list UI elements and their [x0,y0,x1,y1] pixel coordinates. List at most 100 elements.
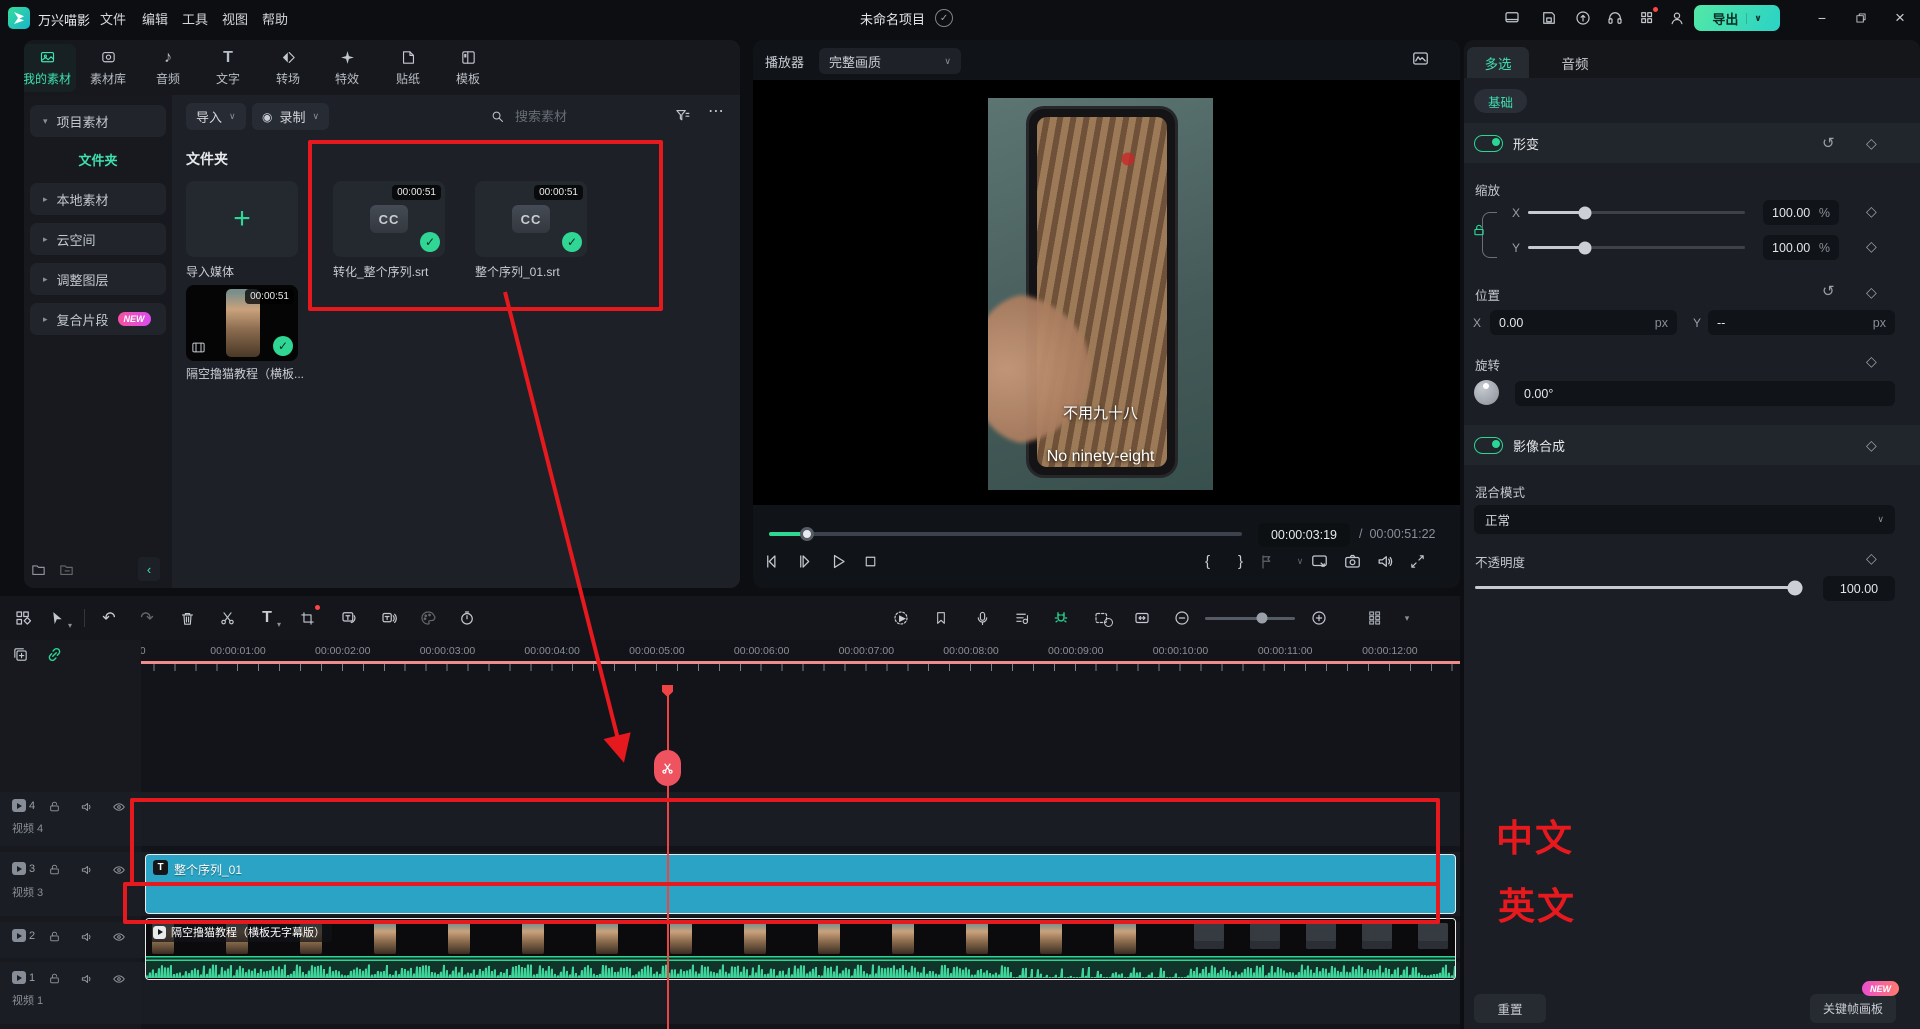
track-header-video4[interactable]: 4 视频 4 [0,792,141,846]
render-preview-button[interactable]: ▶ [890,607,912,629]
sidebar-item-compound-clip[interactable]: ▸复合片段NEW [30,303,166,335]
export-chevron-icon[interactable]: ∨ [1746,13,1761,24]
tab-audio[interactable]: ♪音频 [139,44,197,92]
upload-icon[interactable] [1574,9,1592,27]
tab-stock-media[interactable]: 素材库 [79,44,137,92]
add-text-icon[interactable]: T▾ [256,607,278,629]
reset-button[interactable]: 重置 [1474,994,1546,1023]
delete-icon[interactable] [176,607,198,629]
mark-out-button[interactable]: } [1224,553,1257,570]
marker-chevron-icon[interactable]: ∨ [1290,556,1310,567]
scale-y-value[interactable]: 100.00% [1763,235,1839,260]
rotation-keyframe-icon[interactable]: ◇ [1866,353,1877,370]
mark-in-button[interactable]: { [1191,553,1224,570]
add-to-track-icon[interactable] [12,646,29,663]
sidebar-item-local-media[interactable]: ▸本地素材 [30,183,166,215]
minimize-button[interactable]: − [1812,8,1832,28]
quick-split-mode-icon[interactable] [12,607,34,629]
audio-mixer-button[interactable] [1011,607,1033,629]
tab-text[interactable]: T文字 [199,44,257,92]
rotation-knob[interactable] [1474,380,1499,405]
transform-toggle[interactable] [1474,135,1503,152]
transform-keyframe-icon[interactable]: ◇ [1866,135,1877,152]
new-folder-icon[interactable] [30,561,47,578]
keyframe-panel-button[interactable]: 关键帧画板 [1810,994,1896,1023]
support-headset-icon[interactable] [1606,9,1624,27]
filter-icon[interactable] [674,107,691,124]
stop-button[interactable] [862,553,895,570]
sidebar-item-adjustment-layer[interactable]: ▸调整图层 [30,263,166,295]
scale-lock-icon[interactable] [1472,223,1486,237]
marker-button[interactable] [930,607,952,629]
position-reset-icon[interactable]: ↺ [1822,282,1835,300]
mute-track-icon[interactable] [80,930,94,944]
track-manager-button[interactable] [1364,607,1386,629]
render-preview-icon[interactable] [1411,49,1430,68]
split-playhead-button[interactable] [654,750,681,786]
compositing-keyframe-icon[interactable]: ◇ [1866,437,1877,454]
video-clip[interactable]: 隔空撸猫教程（横板无字幕版） [145,918,1456,980]
basic-category-badge[interactable]: 基础 [1474,89,1527,113]
snapshot-camera-button[interactable] [1343,552,1376,571]
track-header-video1[interactable]: 1 视频 1 [0,962,141,1024]
link-clips-icon[interactable] [46,646,63,663]
speech-to-text-icon[interactable] [338,607,360,629]
zoom-slider-handle[interactable] [1257,613,1268,624]
zoom-in-button[interactable] [1308,607,1330,629]
opacity-slider[interactable] [1475,586,1803,589]
collapse-sidebar-button[interactable]: ‹ [138,557,160,581]
slider-handle[interactable] [1579,241,1592,254]
marker-flag-button[interactable] [1257,553,1290,571]
voiceover-mic-button[interactable] [971,607,993,629]
scale-x-slider[interactable] [1528,211,1745,214]
workspace-layout-icon[interactable] [1503,9,1521,27]
import-button[interactable]: 导入∨ [186,103,246,130]
position-y-input[interactable]: --px [1708,310,1895,335]
mute-track-icon[interactable] [80,972,94,986]
position-keyframe-icon[interactable]: ◇ [1866,284,1877,301]
redo-icon[interactable]: ↷ [136,607,158,629]
lock-track-icon[interactable] [48,930,61,943]
menu-help[interactable]: 帮助 [250,0,300,36]
scale-y-keyframe-icon[interactable]: ◇ [1866,238,1877,255]
search-input[interactable] [513,108,667,125]
tab-multiselect[interactable]: 多选 [1467,47,1529,78]
hide-track-icon[interactable] [112,863,126,877]
tab-my-media[interactable]: 我的素材 [24,44,76,92]
export-button[interactable]: 导出 ∨ [1694,5,1780,31]
plugins-grid-icon[interactable] [1638,9,1656,27]
scale-x-keyframe-icon[interactable]: ◇ [1866,203,1877,220]
more-options-icon[interactable]: ⋯ [708,101,724,121]
fit-timeline-button[interactable] [1131,607,1153,629]
mute-track-icon[interactable] [80,800,94,814]
opacity-keyframe-icon[interactable]: ◇ [1866,550,1877,567]
progress-handle[interactable] [800,527,814,541]
tab-templates[interactable]: 模板 [439,44,497,92]
tab-stickers[interactable]: 贴纸 [379,44,437,92]
next-frame-button[interactable] [796,552,829,571]
track-header-video3[interactable]: 3 视频 3 [0,852,141,916]
restore-button[interactable] [1851,8,1871,28]
track-manager-chevron[interactable]: ▾ [1396,607,1418,629]
mute-track-icon[interactable] [80,863,94,877]
delete-folder-icon[interactable] [58,561,75,578]
record-button[interactable]: ◉录制∨ [252,103,329,130]
play-button[interactable] [829,552,862,571]
timeline-zoom-slider[interactable] [1205,617,1295,620]
quality-dropdown[interactable]: 完整画质∨ [819,48,961,74]
crop-icon[interactable] [296,607,318,629]
rotation-input[interactable]: 0.00° [1515,381,1895,406]
save-icon[interactable] [1540,9,1558,27]
slider-handle[interactable] [1579,206,1592,219]
previous-frame-button[interactable] [763,552,796,571]
undo-icon[interactable]: ↶ [98,607,120,629]
playback-progress-bar[interactable] [769,532,1242,536]
split-scissors-icon[interactable] [216,607,238,629]
close-button[interactable]: × [1890,8,1910,28]
scale-y-slider[interactable] [1528,246,1745,249]
lock-track-icon[interactable] [48,972,61,985]
text-to-speech-icon[interactable] [378,607,400,629]
speed-timer-icon[interactable] [456,607,478,629]
video-file-tile[interactable]: 00:00:51 ✓ [186,285,298,361]
preview-canvas[interactable]: 不用九十八 No ninety-eight [753,80,1460,505]
